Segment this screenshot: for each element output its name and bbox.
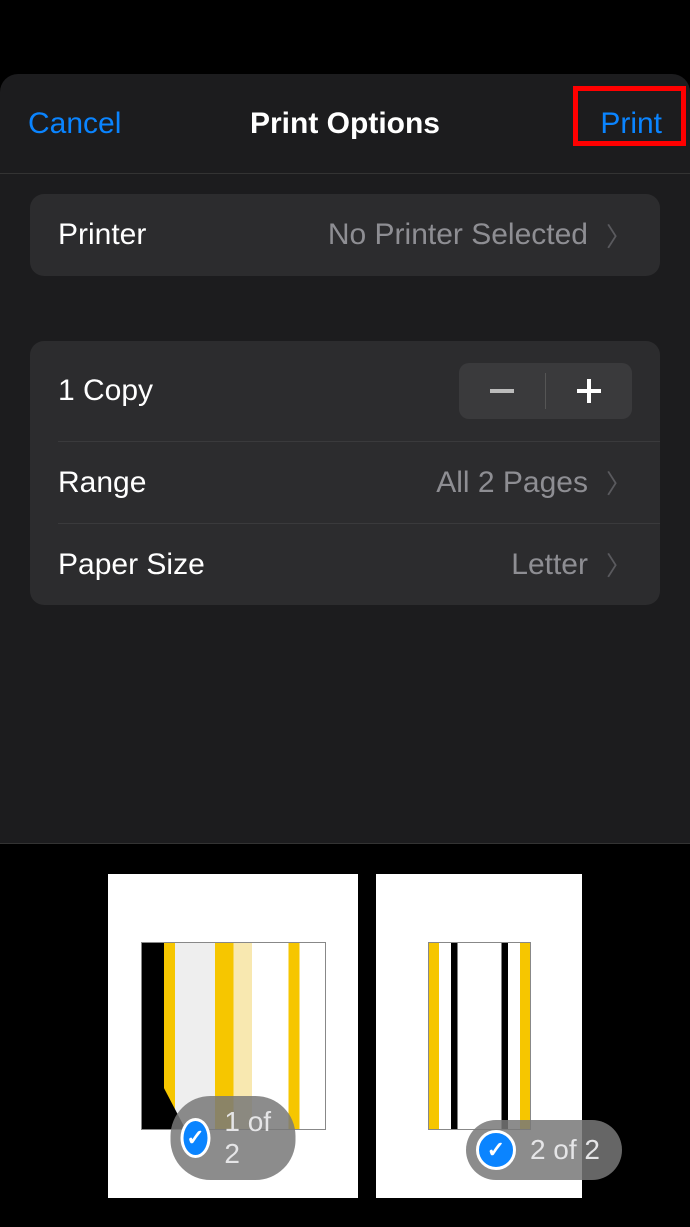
copies-row: 1 Copy bbox=[30, 341, 660, 441]
printer-row[interactable]: Printer No Printer Selected 〉 bbox=[30, 194, 660, 276]
printer-group: Printer No Printer Selected 〉 bbox=[30, 194, 660, 276]
options-content: Printer No Printer Selected 〉 1 Copy bbox=[0, 174, 690, 690]
navbar: Cancel Print Options Print bbox=[0, 74, 690, 174]
checkmark-icon: ✓ bbox=[476, 1130, 516, 1170]
chevron-right-icon: 〉 bbox=[606, 217, 632, 254]
paper-size-row[interactable]: Paper Size Letter 〉 bbox=[58, 523, 660, 605]
checkmark-icon: ✓ bbox=[181, 1118, 211, 1158]
page-thumbnail-1[interactable]: ✓ 1 of 2 bbox=[108, 874, 358, 1198]
minus-icon bbox=[490, 389, 514, 393]
paper-size-value: Letter bbox=[511, 548, 588, 582]
copies-stepper bbox=[459, 363, 632, 419]
decrement-button[interactable] bbox=[459, 363, 545, 419]
page-indicator-2: 2 of 2 bbox=[530, 1134, 600, 1166]
copies-label: 1 Copy bbox=[58, 374, 153, 408]
page-badge-2[interactable]: ✓ 2 of 2 bbox=[466, 1120, 622, 1180]
paper-size-label: Paper Size bbox=[58, 548, 205, 582]
chevron-right-icon: 〉 bbox=[606, 546, 632, 583]
cancel-button[interactable]: Cancel bbox=[28, 107, 121, 140]
increment-button[interactable] bbox=[546, 363, 632, 419]
printer-value: No Printer Selected bbox=[328, 218, 588, 252]
document-preview-2 bbox=[428, 942, 531, 1130]
page-preview-area[interactable]: ✓ 1 of 2 ✓ 2 of 2 bbox=[0, 843, 690, 1227]
printer-label: Printer bbox=[58, 218, 146, 252]
page-indicator-1: 1 of 2 bbox=[224, 1106, 273, 1170]
page-title: Print Options bbox=[250, 107, 440, 141]
range-row[interactable]: Range All 2 Pages 〉 bbox=[58, 441, 660, 523]
settings-group: 1 Copy Range All 2 Pages 〉 bbox=[30, 341, 660, 605]
plus-icon bbox=[577, 379, 601, 403]
range-value: All 2 Pages bbox=[436, 466, 588, 500]
print-button[interactable]: Print bbox=[600, 107, 662, 140]
chevron-right-icon: 〉 bbox=[606, 464, 632, 501]
page-thumbnail-2[interactable]: ✓ 2 of 2 bbox=[376, 874, 582, 1198]
range-label: Range bbox=[58, 466, 146, 500]
page-badge-1[interactable]: ✓ 1 of 2 bbox=[171, 1096, 296, 1180]
